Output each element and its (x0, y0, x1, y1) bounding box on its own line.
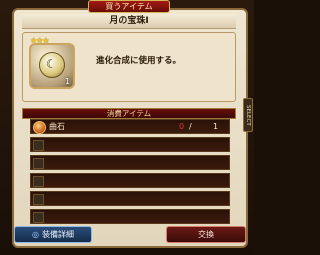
search-icon: ◎ (32, 230, 39, 239)
consume-row (30, 173, 230, 188)
details-button[interactable]: ◎ 装備詳細 (14, 226, 92, 243)
empty-slot-icon (33, 176, 44, 187)
consume-row (30, 155, 230, 170)
rarity-stars: ★★★ (30, 36, 49, 45)
magatama-icon (33, 121, 46, 134)
consume-list: 曲石 0 / 1 (30, 119, 230, 227)
dialog-header: 買うアイテム (88, 0, 170, 13)
crescent-icon: ☾ (46, 57, 57, 71)
consume-row (30, 209, 230, 224)
details-button-label: 装備詳細 (41, 230, 74, 239)
consume-items-header: 消費アイテム (22, 108, 236, 119)
select-tab[interactable]: SELECT (243, 98, 253, 132)
empty-slot-icon (33, 194, 44, 205)
empty-slot-icon (33, 140, 44, 151)
empty-slot-icon (33, 212, 44, 223)
consume-item-name: 曲石 (49, 122, 65, 131)
consume-row (30, 191, 230, 206)
consume-item-have: 0 (179, 122, 185, 131)
consume-row[interactable]: 曲石 0 / 1 (30, 119, 230, 134)
item-title: 月の宝珠Ⅰ (22, 14, 236, 29)
item-description: 進化合成に使用する。 (96, 56, 182, 66)
consume-row (30, 137, 230, 152)
exchange-button[interactable]: 交換 (166, 226, 246, 243)
consume-item-slash: / (189, 122, 192, 131)
empty-slot-icon (33, 158, 44, 169)
item-count: 1 (65, 77, 71, 86)
consume-item-need: 1 (213, 122, 219, 131)
exchange-button-label: 交換 (198, 230, 214, 239)
